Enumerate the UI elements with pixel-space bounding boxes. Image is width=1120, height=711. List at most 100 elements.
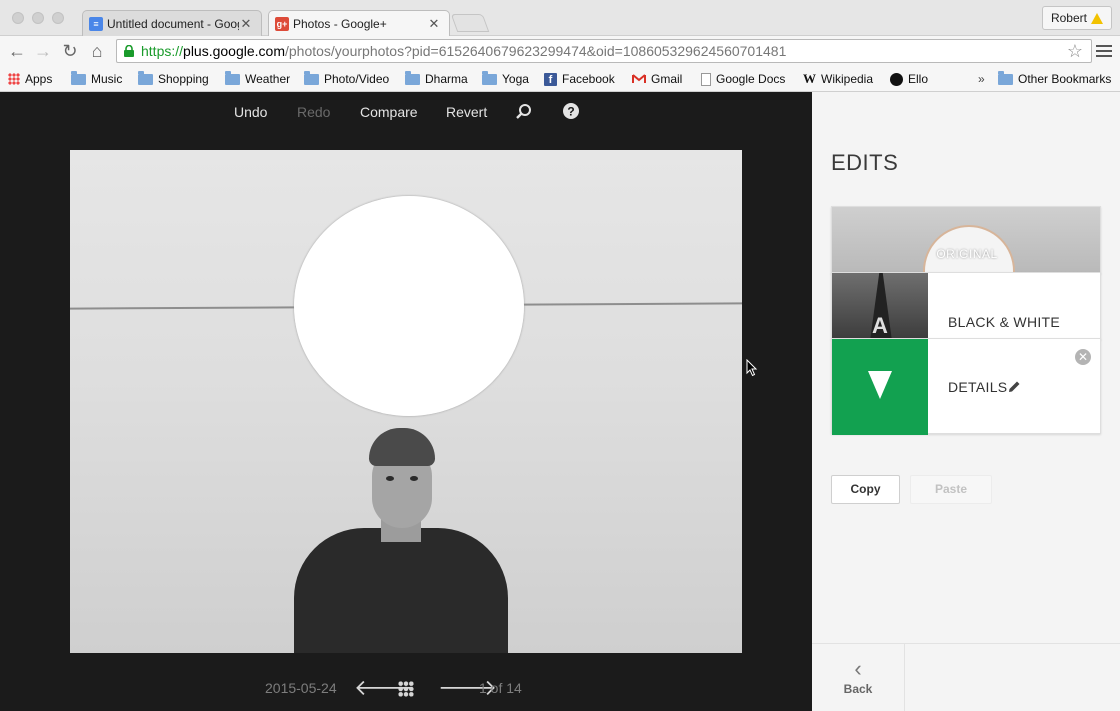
bookmark-music[interactable]: Music xyxy=(71,70,122,88)
redo-button[interactable]: Redo xyxy=(297,104,330,120)
photo-date: 2015-05-24 xyxy=(265,680,337,696)
bookmark-label: Google Docs xyxy=(716,72,786,86)
bookmark-apps[interactable]: Apps xyxy=(8,70,52,88)
bookmark-shopping[interactable]: Shopping xyxy=(138,70,209,88)
edits-panel: EDITS ORIGINAL A BLACK & WHITE DETAILS ✕… xyxy=(812,92,1120,711)
bookmark-photo-video[interactable]: Photo/Video xyxy=(304,70,389,88)
edit-card-label: ORIGINAL xyxy=(936,247,998,261)
bookmark-star-icon[interactable]: ☆ xyxy=(1067,41,1083,61)
help-icon[interactable]: ? xyxy=(563,103,579,119)
bookmark-google-docs[interactable]: Google Docs xyxy=(701,70,785,88)
edit-card-black-white[interactable]: A BLACK & WHITE xyxy=(831,272,1101,341)
compare-button[interactable]: Compare xyxy=(360,104,418,120)
edit-card-original[interactable]: ORIGINAL xyxy=(831,206,1101,274)
zoom-window-button[interactable] xyxy=(52,12,64,24)
tab-photos[interactable]: g+ Photos - Google+ ✕ xyxy=(268,10,450,37)
photo-editor: Undo Redo Compare Revert ? 2015-05-24 🡐 xyxy=(0,92,812,711)
bookmark-label: Photo/Video xyxy=(324,72,390,86)
zoom-icon[interactable] xyxy=(515,103,532,120)
bookmark-label: Ello xyxy=(908,72,929,86)
back-arrow-icon[interactable]: ← xyxy=(6,40,28,62)
panel-title: EDITS xyxy=(831,150,899,175)
wall-line xyxy=(519,302,742,306)
edit-card-details[interactable]: DETAILS ✕ xyxy=(831,338,1101,435)
copy-button[interactable]: Copy xyxy=(831,475,900,504)
details-thumbnail xyxy=(832,339,928,435)
edit-card-label: BLACK & WHITE xyxy=(948,314,1061,330)
bookmark-ello[interactable]: Ello xyxy=(890,70,928,88)
folder-icon xyxy=(482,70,497,85)
bookmark-facebook[interactable]: f Facebook xyxy=(544,70,615,88)
tab-title: Photos - Google+ xyxy=(293,17,387,31)
bookmark-gmail[interactable]: Gmail xyxy=(632,70,682,88)
tab-docs[interactable]: ≡ Untitled document - Goog ✕ xyxy=(82,10,262,36)
bookmark-wikipedia[interactable]: W Wikipedia xyxy=(803,70,873,88)
eye xyxy=(386,476,394,481)
folder-icon xyxy=(304,70,319,85)
back-button[interactable]: ‹ Back xyxy=(812,644,905,711)
tab-title: Untitled document - Goog xyxy=(107,16,239,31)
bookmark-yoga[interactable]: Yoga xyxy=(482,70,529,88)
warning-icon xyxy=(1091,12,1103,24)
chevron-left-icon: ‹ xyxy=(854,656,862,681)
bookmarks-overflow-button[interactable]: » xyxy=(978,70,985,88)
apps-icon xyxy=(8,73,20,85)
wikipedia-icon: W xyxy=(803,71,816,86)
grid-view-icon[interactable] xyxy=(398,681,414,697)
photo-position: 1 of 14 xyxy=(479,680,522,696)
folder-icon xyxy=(225,70,240,85)
folder-icon xyxy=(998,70,1013,85)
eye xyxy=(410,476,418,481)
new-tab-button[interactable] xyxy=(450,14,490,32)
folder-icon xyxy=(405,70,420,85)
undo-button[interactable]: Undo xyxy=(234,104,267,120)
filter-letter-icon: A xyxy=(872,313,888,338)
reload-icon[interactable]: ↻ xyxy=(59,40,81,62)
close-icon[interactable]: ✕ xyxy=(427,16,441,32)
bookmark-other[interactable]: Other Bookmarks xyxy=(998,70,1111,88)
paste-button[interactable]: Paste xyxy=(910,475,992,504)
revert-button[interactable]: Revert xyxy=(446,104,487,120)
remove-edit-icon[interactable]: ✕ xyxy=(1075,349,1091,365)
bookmark-label: Music xyxy=(91,72,123,86)
edit-toolbar: Undo Redo Compare Revert ? xyxy=(0,92,812,132)
docs-icon: ≡ xyxy=(89,16,103,31)
bookmark-label: Weather xyxy=(245,72,291,86)
bookmark-label: Gmail xyxy=(651,72,683,86)
folder-icon xyxy=(138,70,153,85)
bookmark-label: Dharma xyxy=(425,72,468,86)
facebook-icon: f xyxy=(544,72,557,86)
bookmark-label: Facebook xyxy=(562,72,615,86)
photo-canvas[interactable] xyxy=(70,150,742,653)
bookmark-label: Yoga xyxy=(502,72,529,86)
photo-footer: 2015-05-24 🡐 🡒 1 of 14 xyxy=(0,677,812,703)
hair xyxy=(369,428,435,466)
pencil-icon[interactable] xyxy=(1008,380,1021,393)
home-icon[interactable]: ⌂ xyxy=(86,40,108,62)
profile-button[interactable]: Robert xyxy=(1041,6,1112,30)
url-host: plus.google.com xyxy=(183,43,285,59)
menu-icon[interactable] xyxy=(1096,45,1112,57)
profile-name: Robert xyxy=(1050,11,1087,25)
back-label: Back xyxy=(843,682,873,696)
folder-icon xyxy=(71,70,86,85)
wall-line xyxy=(70,306,297,310)
document-icon xyxy=(701,72,711,86)
close-icon[interactable]: ✕ xyxy=(239,16,253,32)
forward-arrow-icon[interactable]: → xyxy=(32,40,54,62)
gmail-icon xyxy=(632,74,646,83)
edit-card-label: DETAILS xyxy=(948,379,1008,395)
bookmark-weather[interactable]: Weather xyxy=(225,70,290,88)
close-window-button[interactable] xyxy=(12,12,24,24)
bookmarks-bar: Apps Music Shopping Weather Photo/Video … xyxy=(0,66,1120,92)
panel-footer: ‹ Back xyxy=(812,643,1120,711)
svg-text:?: ? xyxy=(567,105,574,119)
bookmark-dharma[interactable]: Dharma xyxy=(405,70,468,88)
browser-toolbar: ← → ↻ ⌂ https://plus.google.com/photos/y… xyxy=(0,36,1120,66)
details-triangle-icon xyxy=(868,371,892,399)
url-path: /photos/yourphotos?pid=61526406796232994… xyxy=(284,43,787,59)
minimize-window-button[interactable] xyxy=(32,12,44,24)
address-bar[interactable]: https://plus.google.com/photos/yourphoto… xyxy=(116,39,1092,63)
boy-subject xyxy=(294,428,508,653)
browser-titlebar: ≡ Untitled document - Goog ✕ g+ Photos -… xyxy=(0,0,1120,37)
